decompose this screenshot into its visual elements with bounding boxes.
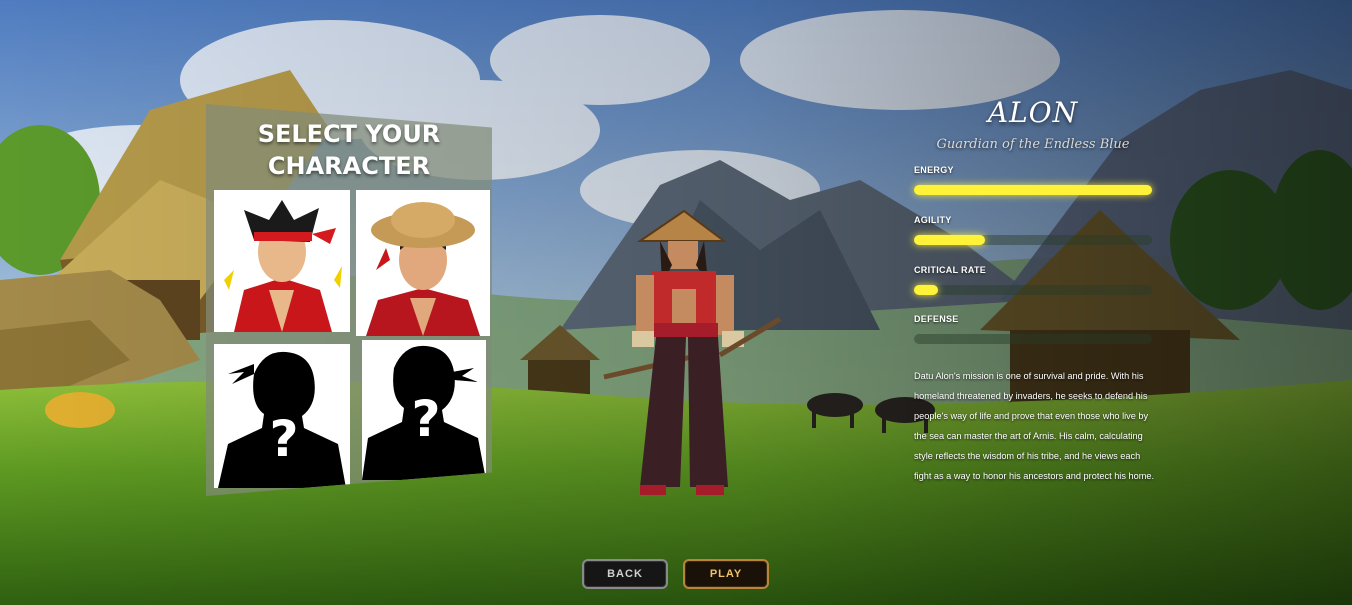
locked-mark-1: ? bbox=[269, 410, 298, 468]
stat-label-critical-rate: CRITICAL RATE bbox=[914, 265, 987, 275]
hero-name: ALON bbox=[987, 96, 1079, 129]
stat-bar-critical-rate bbox=[914, 285, 1152, 295]
character-card-locked-1[interactable]: ? bbox=[214, 344, 350, 488]
locked-mark-2: ? bbox=[411, 390, 440, 448]
select-title-line2: CHARACTER bbox=[267, 152, 431, 180]
stat-label-defense: DEFENSE bbox=[914, 314, 959, 324]
game-scene: SELECT YOUR CHARACTER ? ? ALON Guardian … bbox=[0, 0, 1352, 605]
select-title: SELECT YOUR CHARACTER bbox=[206, 118, 492, 182]
character-select-panel: SELECT YOUR CHARACTER ? ? bbox=[206, 104, 492, 496]
hero-title: Guardian of the Endless Blue bbox=[936, 137, 1130, 152]
stat-bar-energy bbox=[914, 185, 1152, 195]
stat-fill-critical-rate bbox=[914, 285, 938, 295]
stat-bar-agility bbox=[914, 235, 1152, 245]
hero-description: Datu Alon's mission is one of survival a… bbox=[914, 371, 1155, 481]
character-card-red-bandana[interactable] bbox=[214, 190, 350, 332]
locked-silhouette-2: ? bbox=[362, 340, 486, 480]
stat-bar-defense bbox=[914, 334, 1152, 344]
straw-hat-portrait bbox=[356, 190, 490, 336]
back-button[interactable]: BACK bbox=[582, 559, 668, 589]
red-bandana-portrait bbox=[214, 190, 350, 332]
locked-silhouette-1: ? bbox=[214, 344, 350, 488]
stat-label-agility: AGILITY bbox=[914, 215, 952, 225]
stat-fill-energy bbox=[914, 185, 1152, 195]
character-card-locked-2[interactable]: ? bbox=[362, 340, 486, 480]
stat-label-energy: ENERGY bbox=[914, 165, 954, 175]
character-card-straw-hat[interactable] bbox=[356, 190, 490, 336]
stat-fill-agility bbox=[914, 235, 986, 245]
play-button[interactable]: PLAY bbox=[683, 559, 769, 589]
character-sprite bbox=[603, 209, 782, 495]
